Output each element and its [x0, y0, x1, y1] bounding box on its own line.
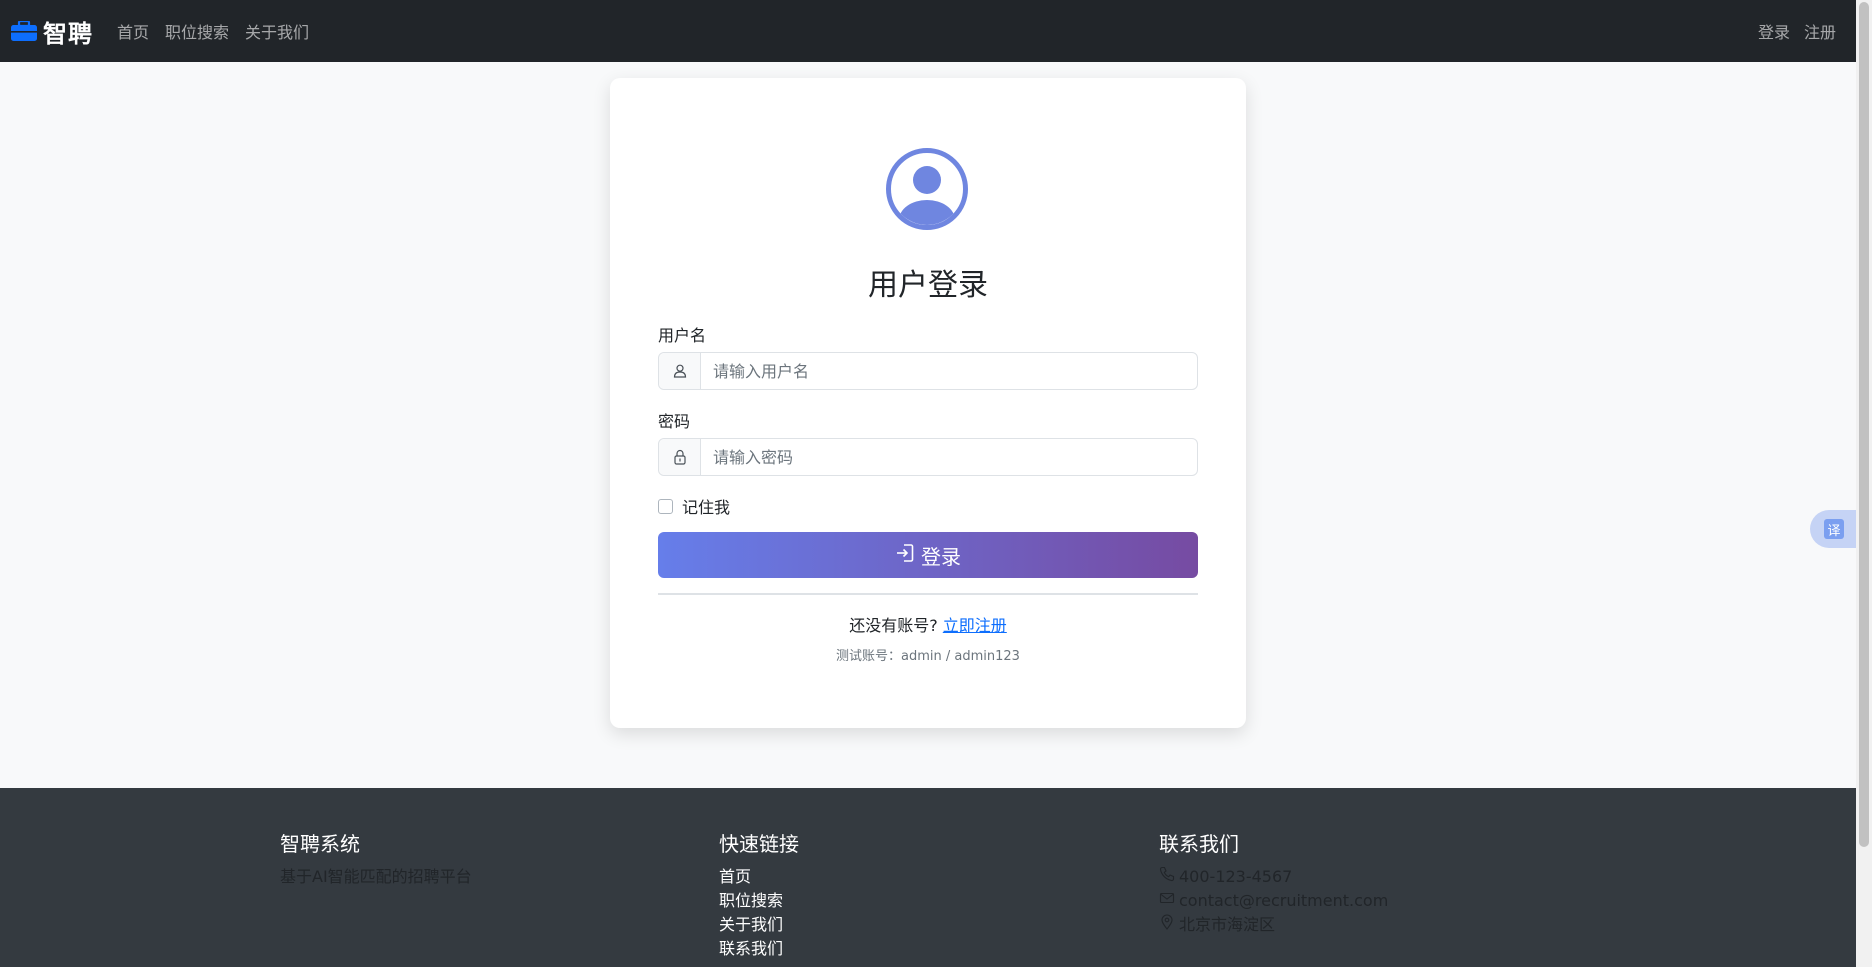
phone-icon: [1159, 865, 1179, 889]
envelope-icon: [1159, 889, 1179, 913]
location-pin-icon: [1159, 913, 1179, 937]
brand[interactable]: 智聘: [11, 14, 93, 49]
remember-me: 记住我: [658, 494, 730, 518]
footer-phone-text: 400-123-4567: [1179, 867, 1293, 886]
footer-about-title: 智聘系统: [280, 832, 360, 856]
remember-me-checkbox[interactable]: [658, 498, 673, 514]
footer-about-text: 基于AI智能匹配的招聘平台: [280, 867, 472, 886]
briefcase-icon: [11, 19, 37, 41]
login-button-label: 登录: [921, 544, 961, 569]
scrollbar-thumb[interactable]: [1859, 2, 1869, 847]
username-input[interactable]: [701, 353, 1197, 389]
nav-login-link[interactable]: 登录: [1758, 19, 1790, 43]
navbar: 智聘 首页 职位搜索 关于我们 登录 注册: [0, 0, 1856, 62]
footer-email-text: contact@recruitment.com: [1179, 891, 1389, 910]
nav-auth-links: 登录 注册: [1744, 19, 1836, 43]
person-icon: [659, 353, 701, 389]
login-title: 用户登录: [868, 268, 988, 303]
footer-quick-links: 快速链接 首页 职位搜索 关于我们 联系我们: [719, 828, 799, 961]
register-now-link[interactable]: 立即注册: [943, 616, 1007, 635]
footer-link-contact[interactable]: 联系我们: [719, 937, 799, 961]
footer: 智聘系统 基于AI智能匹配的招聘平台 快速链接 首页 职位搜索 关于我们 联系我…: [0, 788, 1856, 967]
footer-phone: 400-123-4567: [1159, 865, 1388, 889]
register-prompt: 还没有账号? 立即注册: [610, 612, 1246, 636]
footer-about: 智聘系统 基于AI智能匹配的招聘平台: [280, 828, 472, 889]
brand-name: 智聘: [43, 19, 93, 48]
footer-address: 北京市海淀区: [1159, 913, 1388, 937]
nav-link-about[interactable]: 关于我们: [245, 19, 309, 43]
login-button[interactable]: 登录: [658, 532, 1198, 578]
divider: [658, 593, 1198, 595]
footer-link-home[interactable]: 首页: [719, 865, 799, 889]
login-card: 用户登录 用户名 密码 记住我: [610, 78, 1246, 728]
nav-link-home[interactable]: 首页: [117, 19, 149, 43]
test-account-hint: 测试账号：admin / admin123: [836, 649, 1020, 664]
sign-in-icon: [895, 543, 921, 568]
translate-icon: 译: [1824, 519, 1844, 539]
password-input-group: [658, 438, 1198, 476]
username-input-group: [658, 352, 1198, 390]
lock-icon: [659, 439, 701, 475]
password-input[interactable]: [701, 439, 1197, 475]
page-scrollbar[interactable]: [1856, 0, 1872, 967]
footer-quick-links-title: 快速链接: [719, 832, 799, 856]
nav-register-link[interactable]: 注册: [1804, 19, 1836, 43]
footer-email: contact@recruitment.com: [1159, 889, 1388, 913]
password-label: 密码: [658, 412, 691, 431]
user-avatar-icon: [886, 148, 968, 230]
username-label: 用户名: [658, 326, 707, 345]
footer-address-text: 北京市海淀区: [1179, 915, 1276, 934]
footer-contact: 联系我们 400-123-4567 contact@recruitment.co…: [1159, 828, 1388, 937]
no-account-text: 还没有账号?: [849, 616, 938, 635]
footer-contact-title: 联系我们: [1159, 832, 1239, 856]
nav-link-job-search[interactable]: 职位搜索: [165, 19, 229, 43]
remember-me-label[interactable]: 记住我: [682, 494, 730, 518]
footer-link-job-search[interactable]: 职位搜索: [719, 889, 799, 913]
nav-links: 首页 职位搜索 关于我们: [117, 19, 325, 43]
translate-button[interactable]: 译: [1810, 510, 1856, 548]
footer-link-about[interactable]: 关于我们: [719, 913, 799, 937]
